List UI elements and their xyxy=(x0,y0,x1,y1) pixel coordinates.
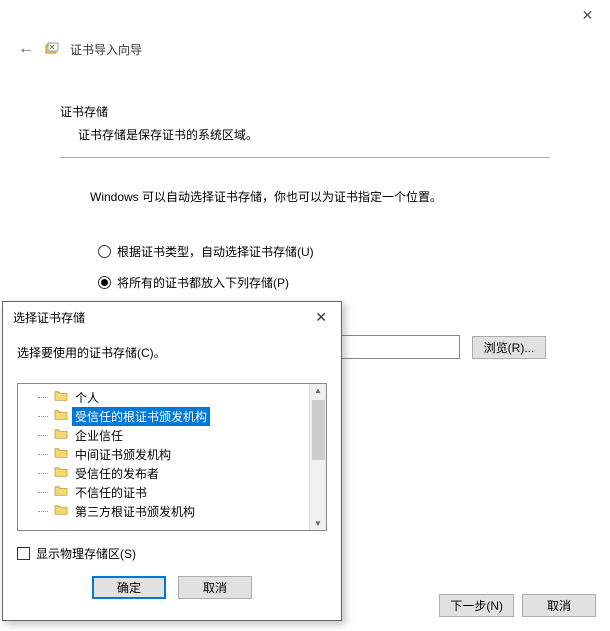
tree-connector xyxy=(38,416,48,417)
wizard-icon xyxy=(44,41,60,57)
folder-icon xyxy=(54,390,68,405)
main-titlebar: ✕ xyxy=(0,0,610,30)
store-path-input[interactable] xyxy=(340,335,460,359)
store-path-row: 浏览(R)... xyxy=(340,335,546,359)
section-title: 证书存储 xyxy=(60,103,550,120)
tree-scrollbar[interactable]: ▲ ▼ xyxy=(309,384,326,530)
tree-item-label: 个人 xyxy=(72,388,102,407)
tree-item-label: 第三方根证书颁发机构 xyxy=(72,502,198,521)
show-physical-label: 显示物理存储区(S) xyxy=(36,545,136,562)
tree-connector xyxy=(38,454,48,455)
select-store-dialog: 选择证书存储 ✕ 选择要使用的证书存储(C)。 个人受信任的根证书颁发机构企业信… xyxy=(2,301,342,621)
scroll-thumb[interactable] xyxy=(312,400,325,460)
wizard-header: ← 证书导入向导 xyxy=(0,30,610,58)
radio-auto-row[interactable]: 根据证书类型，自动选择证书存储(U) xyxy=(98,243,550,260)
window-close-button[interactable]: ✕ xyxy=(565,0,610,30)
show-physical-row[interactable]: 显示物理存储区(S) xyxy=(3,539,341,568)
tree-connector xyxy=(38,492,48,493)
scroll-up-icon[interactable]: ▲ xyxy=(314,386,322,395)
folder-icon xyxy=(54,485,68,500)
radio-auto-label: 根据证书类型，自动选择证书存储(U) xyxy=(117,243,314,260)
dialog-close-button[interactable]: ✕ xyxy=(309,307,333,328)
store-tree-container: 个人受信任的根证书颁发机构企业信任中间证书颁发机构受信任的发布者不信任的证书第三… xyxy=(17,383,327,531)
dialog-instruction: 选择要使用的证书存储(C)。 xyxy=(3,332,341,369)
radio-manual-label: 将所有的证书都放入下列存储(P) xyxy=(117,274,289,291)
dialog-cancel-button[interactable]: 取消 xyxy=(178,576,252,599)
dialog-ok-button[interactable]: 确定 xyxy=(92,576,166,599)
folder-icon xyxy=(54,447,68,462)
tree-item[interactable]: 个人 xyxy=(24,388,326,407)
main-footer: 下一步(N) 取消 xyxy=(439,594,596,617)
dialog-titlebar: 选择证书存储 ✕ xyxy=(3,302,341,332)
tree-item[interactable]: 第三方根证书颁发机构 xyxy=(24,502,326,521)
dialog-footer: 确定 取消 xyxy=(3,568,341,611)
next-button[interactable]: 下一步(N) xyxy=(439,594,514,617)
radio-manual[interactable] xyxy=(98,276,111,289)
tree-item[interactable]: 不信任的证书 xyxy=(24,483,326,502)
tree-item[interactable]: 受信任的根证书颁发机构 xyxy=(24,407,326,426)
main-section: 证书存储 证书存储是保存证书的系统区域。 Windows 可以自动选择证书存储，… xyxy=(0,58,610,291)
section-desc: 证书存储是保存证书的系统区域。 xyxy=(78,126,550,143)
tree-connector xyxy=(38,435,48,436)
folder-icon xyxy=(54,466,68,481)
folder-icon xyxy=(54,428,68,443)
tree-item-label: 不信任的证书 xyxy=(72,483,150,502)
tree-item[interactable]: 企业信任 xyxy=(24,426,326,445)
tree-connector xyxy=(38,473,48,474)
dialog-title-text: 选择证书存储 xyxy=(13,309,85,326)
browse-button[interactable]: 浏览(R)... xyxy=(472,336,546,359)
tree-item-label: 企业信任 xyxy=(72,426,126,445)
radio-auto[interactable] xyxy=(98,245,111,258)
tree-item[interactable]: 受信任的发布者 xyxy=(24,464,326,483)
folder-icon xyxy=(54,409,68,424)
folder-icon xyxy=(54,504,68,519)
tree-connector xyxy=(38,511,48,512)
tree-item-label: 受信任的根证书颁发机构 xyxy=(72,407,210,426)
back-arrow-icon[interactable]: ← xyxy=(18,40,34,58)
divider xyxy=(60,157,550,158)
scroll-down-icon[interactable]: ▼ xyxy=(314,519,322,528)
tree-connector xyxy=(38,397,48,398)
store-tree[interactable]: 个人受信任的根证书颁发机构企业信任中间证书颁发机构受信任的发布者不信任的证书第三… xyxy=(18,384,326,525)
tree-item-label: 受信任的发布者 xyxy=(72,464,162,483)
close-icon: ✕ xyxy=(582,7,594,24)
wizard-title: 证书导入向导 xyxy=(70,41,142,58)
tree-item-label: 中间证书颁发机构 xyxy=(72,445,174,464)
show-physical-checkbox[interactable] xyxy=(17,547,30,560)
instruction-text: Windows 可以自动选择证书存储，你也可以为证书指定一个位置。 xyxy=(90,188,550,205)
radio-manual-row[interactable]: 将所有的证书都放入下列存储(P) xyxy=(98,274,550,291)
main-cancel-button[interactable]: 取消 xyxy=(522,594,596,617)
tree-item[interactable]: 中间证书颁发机构 xyxy=(24,445,326,464)
